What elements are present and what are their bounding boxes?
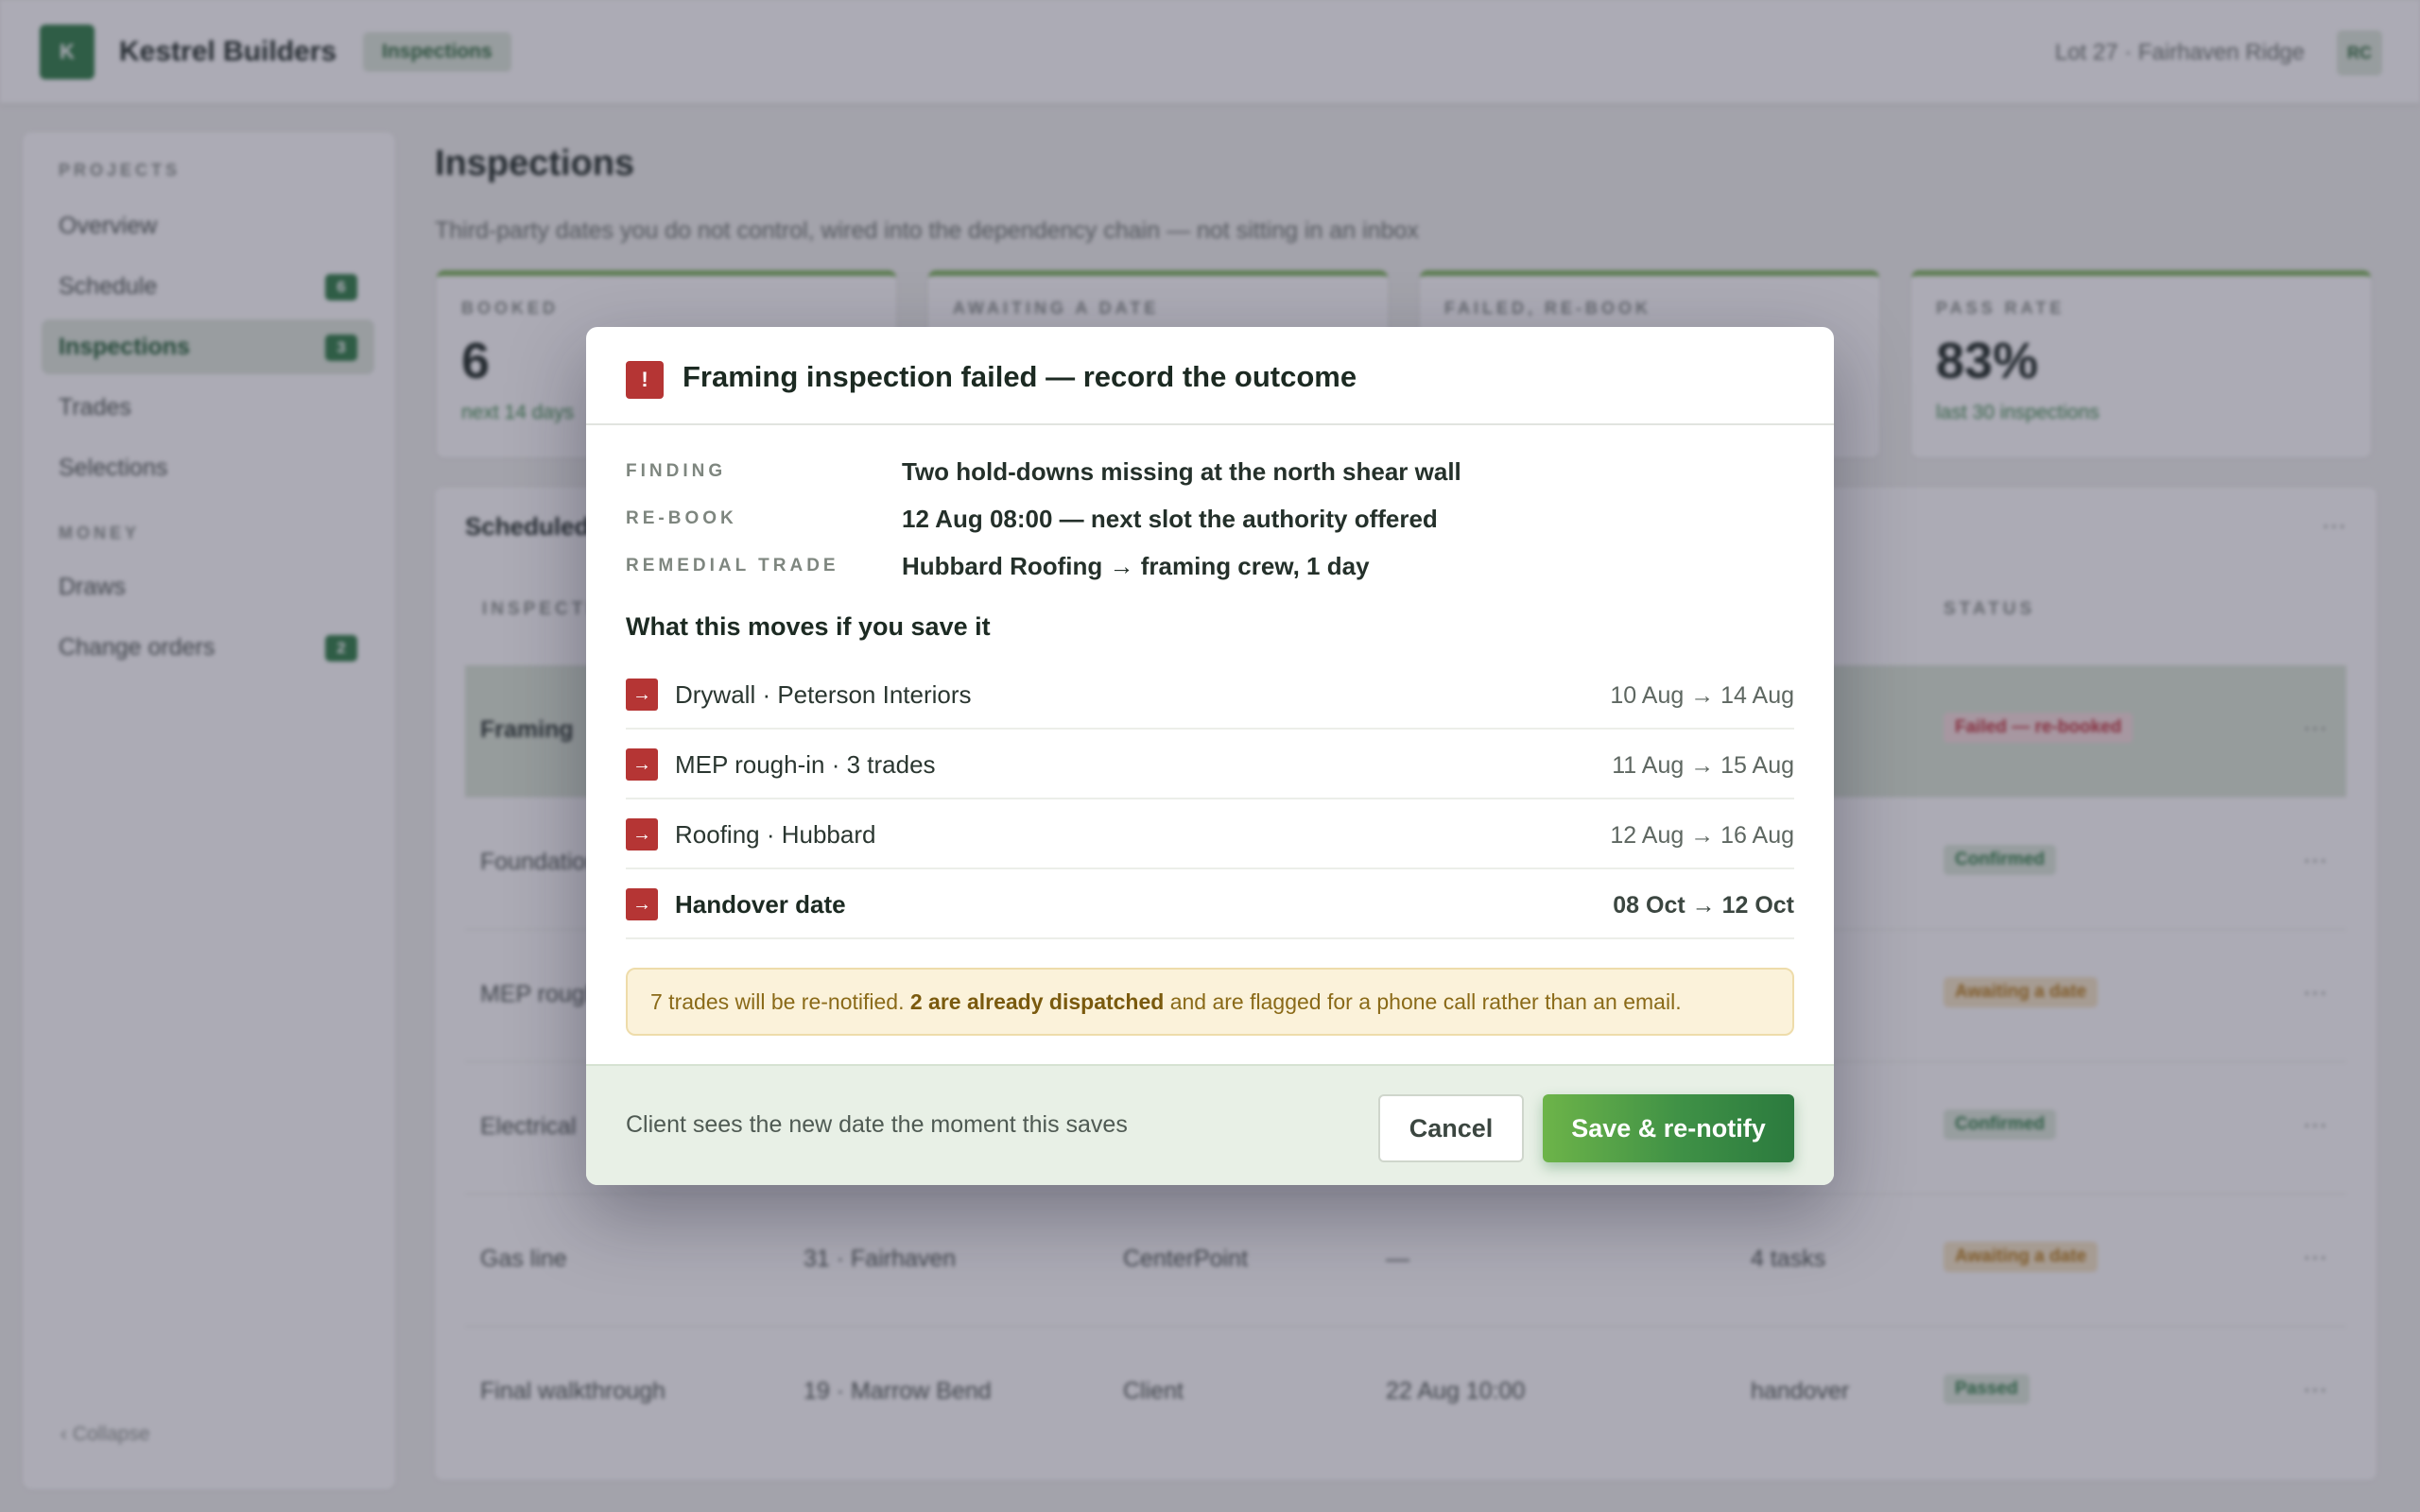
move-dates: 10 Aug → 14 Aug	[1610, 682, 1794, 709]
handover-dates: 08 Oct → 12 Oct	[1613, 892, 1794, 919]
inspection-outcome-dialog: ! Framing inspection failed — record the…	[586, 327, 1834, 1185]
renotify-notice: 7 trades will be re-notified. 2 are alre…	[626, 968, 1794, 1036]
move-dates: 12 Aug → 16 Aug	[1610, 822, 1794, 849]
moves-heading: What this moves if you save it	[626, 612, 991, 641]
arrow-right-icon: →	[626, 679, 658, 711]
finding-label: FINDING	[626, 461, 727, 481]
rebook-label: RE-BOOK	[626, 508, 737, 528]
finding-value: Two hold-downs missing at the north shea…	[902, 457, 1461, 486]
arrow-right-icon: →	[626, 818, 658, 850]
cancel-button[interactable]: Cancel	[1378, 1094, 1524, 1162]
dialog-footer: Client sees the new date the moment this…	[586, 1064, 1834, 1185]
save-and-renotify-button[interactable]: Save & re-notify	[1543, 1094, 1794, 1162]
remedial-trade-value: Hubbard Roofing → framing crew, 1 day	[902, 552, 1370, 580]
arrow-right-icon: →	[626, 888, 658, 920]
notice-text: 7 trades will be re-notified.	[650, 989, 905, 1014]
list-item: → MEP rough-in · 3 trades 11 Aug → 15 Au…	[626, 730, 1794, 799]
list-item: → Drywall · Peterson Interiors 10 Aug → …	[626, 660, 1794, 730]
dialog-title: Framing inspection failed — record the o…	[683, 360, 1357, 393]
alert-icon: !	[626, 361, 664, 399]
rebook-value: 12 Aug 08:00 — next slot the authority o…	[902, 505, 1438, 533]
footer-note: Client sees the new date the moment this…	[626, 1111, 1128, 1138]
move-label: MEP rough-in · 3 trades	[675, 750, 936, 779]
move-dates: 11 Aug → 15 Aug	[1612, 752, 1794, 779]
notice-text-rest: and are flagged for a phone call rather …	[1169, 989, 1682, 1014]
notice-emphasis: 2 are already dispatched	[909, 989, 1165, 1014]
remedial-trade-label: REMEDIAL TRADE	[626, 556, 839, 576]
arrow-right-icon: →	[626, 748, 658, 781]
list-item: → Roofing · Hubbard 12 Aug → 16 Aug	[626, 799, 1794, 869]
handover-label: Handover date	[675, 890, 846, 919]
move-label: Drywall · Peterson Interiors	[675, 680, 972, 709]
list-item: → Handover date 08 Oct → 12 Oct	[626, 869, 1794, 939]
move-label: Roofing · Hubbard	[675, 820, 876, 849]
dialog-header: ! Framing inspection failed — record the…	[586, 327, 1834, 425]
